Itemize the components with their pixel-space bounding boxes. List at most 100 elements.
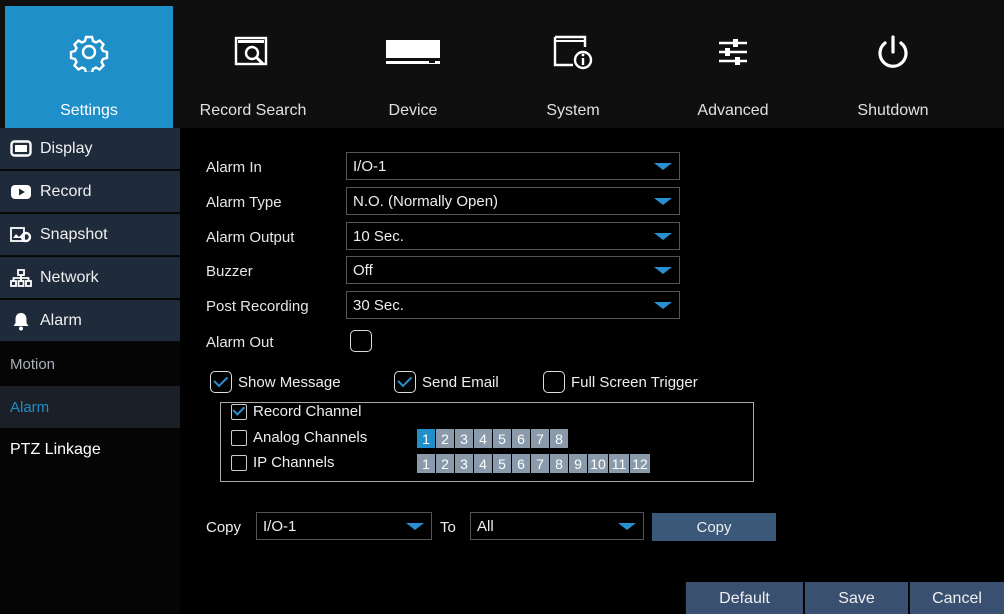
show-message-option[interactable]: Show Message bbox=[210, 371, 341, 393]
alarm-out-checkbox[interactable] bbox=[350, 330, 372, 352]
alarm-output-label: Alarm Output bbox=[206, 228, 295, 246]
analog-channel-list: 12345678 bbox=[417, 429, 569, 448]
nav-shutdown[interactable]: Shutdown bbox=[813, 6, 973, 128]
sidebar-subitem-alarm[interactable]: Alarm bbox=[0, 386, 180, 428]
sidebar-item-record[interactable]: Record bbox=[0, 171, 180, 213]
alarm-settings-panel: Alarm In I/O-1 Alarm Type N.O. (Normally… bbox=[180, 128, 1004, 614]
ip-channel-1[interactable]: 1 bbox=[417, 454, 435, 473]
analog-channel-4[interactable]: 4 bbox=[474, 429, 492, 448]
ip-channel-7[interactable]: 7 bbox=[531, 454, 549, 473]
nav-advanced[interactable]: Advanced bbox=[653, 6, 813, 128]
alarm-type-row: Alarm Type bbox=[206, 187, 346, 217]
nav-system[interactable]: System bbox=[493, 6, 653, 128]
show-message-label: Show Message bbox=[238, 373, 341, 391]
post-recording-select[interactable]: 30 Sec. bbox=[346, 291, 680, 319]
alarm-in-label: Alarm In bbox=[206, 158, 262, 176]
analog-channel-3[interactable]: 3 bbox=[455, 429, 473, 448]
analog-channel-1[interactable]: 1 bbox=[417, 429, 435, 448]
ip-channel-12[interactable]: 12 bbox=[630, 454, 650, 473]
show-message-checkbox[interactable] bbox=[210, 371, 232, 393]
ip-channels-checkbox[interactable] bbox=[231, 454, 247, 471]
chevron-down-icon[interactable] bbox=[647, 153, 679, 179]
sidebar-item-label: Record bbox=[40, 182, 92, 200]
buzzer-row: Buzzer bbox=[206, 256, 346, 286]
record-channel-checkbox[interactable] bbox=[231, 403, 247, 420]
send-email-option[interactable]: Send Email bbox=[394, 371, 499, 393]
record-channel-row[interactable]: Record Channel bbox=[231, 403, 361, 420]
send-email-checkbox[interactable] bbox=[394, 371, 416, 393]
analog-channels-row[interactable]: Analog Channels bbox=[231, 429, 367, 446]
ip-channel-4[interactable]: 4 bbox=[474, 454, 492, 473]
analog-channel-6[interactable]: 6 bbox=[512, 429, 530, 448]
nav-system-label: System bbox=[546, 102, 600, 119]
analog-channel-8[interactable]: 8 bbox=[550, 429, 568, 448]
cancel-button[interactable]: Cancel bbox=[909, 582, 1004, 614]
ip-channel-3[interactable]: 3 bbox=[455, 454, 473, 473]
alarm-in-select[interactable]: I/O-1 bbox=[346, 152, 680, 180]
nav-advanced-label: Advanced bbox=[697, 102, 769, 119]
alarm-type-select[interactable]: N.O. (Normally Open) bbox=[346, 187, 680, 215]
full-screen-trigger-checkbox[interactable] bbox=[543, 371, 565, 393]
copy-from-select[interactable]: I/O-1 bbox=[256, 512, 432, 540]
save-button[interactable]: Save bbox=[804, 582, 908, 614]
copy-to-select[interactable]: All bbox=[470, 512, 644, 540]
alarm-in-value: I/O-1 bbox=[353, 157, 387, 175]
chevron-down-icon[interactable] bbox=[647, 223, 679, 249]
ip-channel-9[interactable]: 9 bbox=[569, 454, 587, 473]
ip-channel-11[interactable]: 11 bbox=[609, 454, 629, 473]
alarm-in-row: Alarm In bbox=[206, 152, 346, 182]
sidebar-item-alarm[interactable]: Alarm bbox=[0, 300, 180, 342]
copy-to-value: All bbox=[477, 517, 494, 535]
sliders-icon bbox=[653, 32, 813, 72]
sidebar-item-ptz-linkage[interactable]: PTZ Linkage bbox=[0, 429, 180, 471]
copy-to-row: To bbox=[440, 512, 456, 542]
copy-label: Copy bbox=[206, 518, 242, 536]
buzzer-select[interactable]: Off bbox=[346, 256, 680, 284]
nav-device[interactable]: Device bbox=[333, 6, 493, 128]
nav-device-label: Device bbox=[388, 102, 438, 119]
ip-channel-8[interactable]: 8 bbox=[550, 454, 568, 473]
chevron-down-icon[interactable] bbox=[611, 513, 643, 539]
sidebar-item-snapshot[interactable]: Snapshot bbox=[0, 214, 180, 256]
full-screen-trigger-option[interactable]: Full Screen Trigger bbox=[543, 371, 698, 393]
analog-channels-checkbox[interactable] bbox=[231, 429, 247, 446]
chevron-down-icon[interactable] bbox=[647, 292, 679, 318]
nav-record-search-label: Record Search bbox=[199, 102, 307, 119]
ip-channels-row[interactable]: IP Channels bbox=[231, 454, 334, 471]
chevron-down-icon[interactable] bbox=[647, 257, 679, 283]
sidebar-subitem-label: Motion bbox=[10, 355, 56, 373]
record-channel-label: Record Channel bbox=[253, 403, 362, 420]
chevron-down-icon[interactable] bbox=[399, 513, 431, 539]
default-button[interactable]: Default bbox=[685, 582, 803, 614]
record-icon bbox=[10, 183, 32, 201]
power-icon bbox=[813, 32, 973, 72]
sidebar-item-label: Network bbox=[40, 268, 99, 286]
sidebar-item-label: Alarm bbox=[40, 311, 82, 329]
sidebar-item-display[interactable]: Display bbox=[0, 128, 180, 170]
sidebar: Display Record Snapshot Network Alarm Mo… bbox=[0, 128, 180, 614]
buzzer-label: Buzzer bbox=[206, 262, 253, 280]
alarm-output-select[interactable]: 10 Sec. bbox=[346, 222, 680, 250]
analog-channels-label: Analog Channels bbox=[253, 429, 368, 446]
nav-settings[interactable]: Settings bbox=[5, 6, 173, 128]
copy-button[interactable]: Copy bbox=[652, 513, 776, 541]
ip-channel-6[interactable]: 6 bbox=[512, 454, 530, 473]
analog-channel-2[interactable]: 2 bbox=[436, 429, 454, 448]
ip-channel-2[interactable]: 2 bbox=[436, 454, 454, 473]
ip-channels-label: IP Channels bbox=[253, 454, 335, 471]
analog-channel-5[interactable]: 5 bbox=[493, 429, 511, 448]
system-info-icon bbox=[493, 32, 653, 72]
chevron-down-icon[interactable] bbox=[647, 188, 679, 214]
analog-channel-7[interactable]: 7 bbox=[531, 429, 549, 448]
sidebar-item-label: Display bbox=[40, 139, 93, 157]
sidebar-item-network[interactable]: Network bbox=[0, 257, 180, 299]
snapshot-icon bbox=[10, 226, 32, 244]
ip-channel-10[interactable]: 10 bbox=[588, 454, 608, 473]
monitor-icon bbox=[10, 139, 32, 158]
ip-channel-5[interactable]: 5 bbox=[493, 454, 511, 473]
post-recording-value: 30 Sec. bbox=[353, 296, 404, 314]
sidebar-subitem-motion[interactable]: Motion bbox=[0, 343, 180, 385]
gear-icon bbox=[5, 32, 173, 72]
nav-record-search[interactable]: Record Search bbox=[173, 6, 333, 128]
copy-to-label: To bbox=[440, 518, 456, 536]
